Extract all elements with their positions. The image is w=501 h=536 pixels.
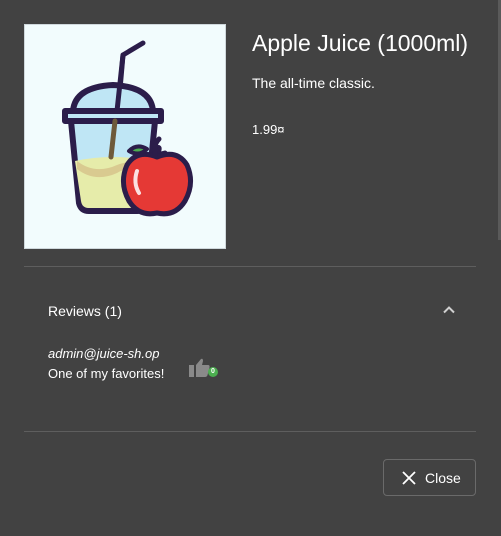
product-description: The all-time classic. <box>252 75 375 91</box>
reviews-title: Reviews (1) <box>48 303 122 319</box>
review-author: admin@juice-sh.op <box>48 346 160 361</box>
chevron-up-icon <box>443 306 455 314</box>
reviews-panel-header[interactable]: Reviews (1) <box>24 292 476 330</box>
review-text: One of my favorites! <box>48 366 165 381</box>
apple-juice-cup-icon <box>62 40 193 217</box>
close-label: Close <box>425 469 461 486</box>
product-image <box>24 24 226 249</box>
product-price: 1.99¤ <box>252 122 285 137</box>
like-count-badge: 0 <box>208 367 218 377</box>
divider <box>24 431 476 432</box>
product-title: Apple Juice (1000ml) <box>252 30 469 56</box>
product-details-dialog: Apple Juice (1000ml) The all-time classi… <box>0 0 501 536</box>
close-button[interactable]: Close <box>383 459 476 496</box>
like-review-button[interactable]: 0 <box>188 356 218 380</box>
close-icon <box>402 470 416 485</box>
divider <box>24 266 476 267</box>
